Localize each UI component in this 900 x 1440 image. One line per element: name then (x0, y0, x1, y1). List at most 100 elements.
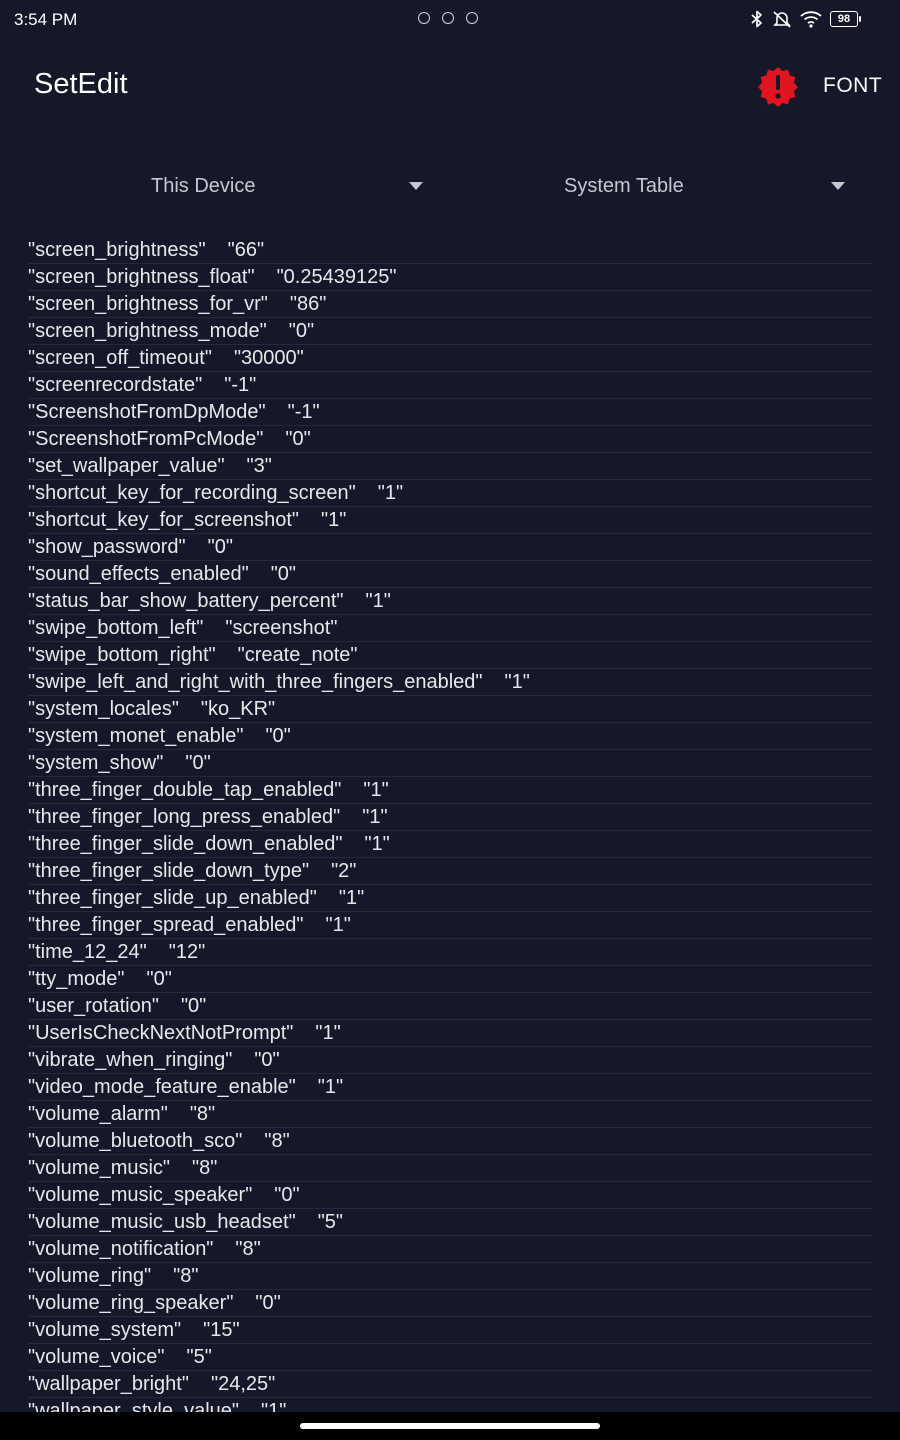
setting-row[interactable]: "wallpaper_style_value" "1" (28, 1398, 872, 1412)
setting-key: "volume_music_usb_headset" (28, 1211, 296, 1233)
setting-row[interactable]: "volume_notification" "8" (28, 1236, 872, 1263)
setting-row[interactable]: "volume_ring" "8" (28, 1263, 872, 1290)
setting-value: "8" (264, 1130, 290, 1152)
setting-row[interactable]: "swipe_bottom_left" "screenshot" (28, 615, 872, 642)
setting-row[interactable]: "screen_off_timeout" "30000" (28, 345, 872, 372)
setting-row[interactable]: "three_finger_long_press_enabled" "1" (28, 804, 872, 831)
setting-row[interactable]: "three_finger_slide_down_type" "2" (28, 858, 872, 885)
setting-key: "swipe_bottom_left" (28, 617, 204, 639)
setting-key: "screen_brightness_for_vr" (28, 293, 268, 315)
setting-key: "sound_effects_enabled" (28, 563, 249, 585)
font-button[interactable]: FONT (823, 74, 882, 98)
setting-row[interactable]: "three_finger_spread_enabled" "1" (28, 912, 872, 939)
setting-row[interactable]: "volume_ring_speaker" "0" (28, 1290, 872, 1317)
setting-value: "8" (189, 1103, 216, 1125)
setting-row[interactable]: "system_monet_enable" "0" (28, 723, 872, 750)
setting-row[interactable]: "shortcut_key_for_recording_screen" "1" (28, 480, 872, 507)
setting-key: "screen_brightness_float" (28, 266, 255, 288)
selector-bar: This Device System Table (0, 160, 900, 216)
setting-key: "ScreenshotFromPcMode" (28, 428, 264, 450)
home-indicator[interactable] (300, 1423, 600, 1429)
battery-icon: 98 (830, 11, 861, 27)
setting-key: "screen_off_timeout" (28, 347, 212, 369)
setting-key: "screen_brightness_mode" (28, 320, 267, 342)
setting-row[interactable]: "volume_voice" "5" (28, 1344, 872, 1371)
setting-row[interactable]: "wallpaper_bright" "24,25" (28, 1371, 872, 1398)
setting-row[interactable]: "sound_effects_enabled" "0" (28, 561, 872, 588)
navigation-bar (0, 1412, 900, 1440)
setting-row[interactable]: "tty_mode" "0" (28, 966, 872, 993)
setting-row[interactable]: "video_mode_feature_enable" "1" (28, 1074, 872, 1101)
setting-row[interactable]: "set_wallpaper_value" "3" (28, 453, 872, 480)
setting-row[interactable]: "volume_music" "8" (28, 1155, 872, 1182)
setting-row[interactable]: "screen_brightness" "66" (28, 237, 872, 264)
setting-value: "5" (317, 1211, 344, 1233)
setting-value: "86" (289, 293, 327, 315)
setting-row[interactable]: "swipe_bottom_right" "create_note" (28, 642, 872, 669)
setting-value: "8" (235, 1238, 261, 1260)
setting-value: "0" (265, 725, 291, 747)
dot-icon (418, 12, 430, 24)
setting-value: "1" (365, 590, 391, 612)
setting-key: "screen_brightness" (28, 239, 206, 261)
setting-value: "create_note" (237, 644, 358, 666)
setting-key: "three_finger_long_press_enabled" (28, 806, 341, 828)
setting-row[interactable]: "show_password" "0" (28, 534, 872, 561)
setting-row[interactable]: "UserIsCheckNextNotPrompt" "1" (28, 1020, 872, 1047)
setting-key: "wallpaper_style_value" (28, 1400, 239, 1412)
setting-value: "0" (270, 563, 297, 585)
setting-value: "0" (185, 752, 211, 774)
setting-row[interactable]: "volume_bluetooth_sco" "8" (28, 1128, 872, 1155)
setting-key: "volume_system" (28, 1319, 182, 1341)
settings-list[interactable]: "screen_brightness" "66" "screen_brightnes… (28, 237, 872, 1412)
setting-row[interactable]: "user_rotation" "0" (28, 993, 872, 1020)
setting-value: "1" (338, 887, 365, 909)
setting-row[interactable]: "screen_brightness_mode" "0" (28, 318, 872, 345)
setting-value: "12" (168, 941, 206, 963)
setting-key: "wallpaper_bright" (28, 1373, 189, 1395)
setting-row[interactable]: "volume_system" "15" (28, 1317, 872, 1344)
setting-row[interactable]: "volume_music_speaker" "0" (28, 1182, 872, 1209)
setting-row[interactable]: "screenrecordstate" "-1" (28, 372, 872, 399)
setting-row[interactable]: "vibrate_when_ringing" "0" (28, 1047, 872, 1074)
setting-row[interactable]: "volume_music_usb_headset" "5" (28, 1209, 872, 1236)
status-icons: 98 (750, 10, 861, 28)
setting-key: "tty_mode" (28, 968, 125, 990)
setting-key: "vibrate_when_ringing" (28, 1049, 233, 1071)
setting-row[interactable]: "volume_alarm" "8" (28, 1101, 872, 1128)
setting-row[interactable]: "ScreenshotFromDpMode" "-1" (28, 399, 872, 426)
setting-row[interactable]: "three_finger_slide_down_enabled" "1" (28, 831, 872, 858)
table-dropdown[interactable]: System Table (450, 160, 870, 216)
setting-row[interactable]: "shortcut_key_for_screenshot" "1" (28, 507, 872, 534)
setting-key: "system_locales" (28, 698, 179, 720)
bluetooth-icon (751, 10, 762, 28)
setting-value: "1" (364, 833, 390, 855)
setting-row[interactable]: "status_bar_show_battery_percent" "1" (28, 588, 872, 615)
setting-row[interactable]: "screen_brightness_float" "0.25439125" (28, 264, 872, 291)
dot-icon (442, 12, 454, 24)
setting-key: "volume_alarm" (28, 1103, 168, 1125)
alert-badge-icon[interactable] (757, 66, 799, 108)
setting-row[interactable]: "system_locales" "ko_KR" (28, 696, 872, 723)
setting-row[interactable]: "three_finger_double_tap_enabled" "1" (28, 777, 872, 804)
setting-key: "ScreenshotFromDpMode" (28, 401, 266, 423)
setting-value: "0" (180, 995, 207, 1017)
setting-key: "shortcut_key_for_recording_screen" (28, 482, 356, 504)
setting-key: "three_finger_double_tap_enabled" (28, 779, 342, 801)
setting-row[interactable]: "three_finger_slide_up_enabled" "1" (28, 885, 872, 912)
setting-row[interactable]: "ScreenshotFromPcMode" "0" (28, 426, 872, 453)
setting-key: "user_rotation" (28, 995, 159, 1017)
setting-row[interactable]: "system_show" "0" (28, 750, 872, 777)
device-dropdown[interactable]: This Device (20, 160, 440, 216)
setting-row[interactable]: "swipe_left_and_right_with_three_fingers… (28, 669, 872, 696)
setting-value: "30000" (233, 347, 304, 369)
setting-value: "0" (146, 968, 172, 990)
table-dropdown-label: System Table (564, 175, 684, 197)
multi-window-dots[interactable] (418, 12, 478, 24)
setting-value: "0" (207, 536, 233, 558)
setting-value: "8" (192, 1157, 218, 1179)
setting-row[interactable]: "time_12_24" "12" (28, 939, 872, 966)
setting-key: "swipe_bottom_right" (28, 644, 216, 666)
dropdown-arrow-icon (409, 182, 423, 190)
setting-row[interactable]: "screen_brightness_for_vr" "86" (28, 291, 872, 318)
